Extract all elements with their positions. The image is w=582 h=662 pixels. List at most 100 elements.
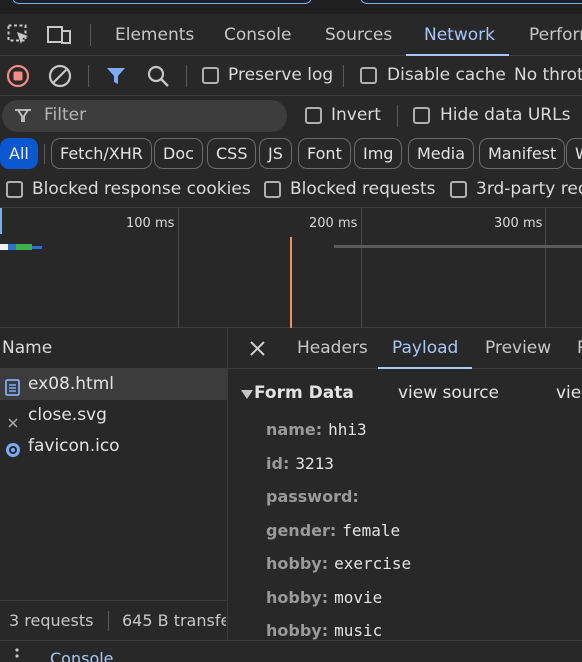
tab-elements[interactable]: Elements <box>115 14 194 56</box>
resource-type-filters: All Fetch/XHR Doc CSS JS Font Img Media … <box>0 136 582 172</box>
view-decoded-link[interactable]: view <box>556 383 582 403</box>
tab-headers[interactable]: Headers <box>297 328 368 369</box>
invert-checkbox[interactable] <box>305 107 322 124</box>
request-details-pane: Headers Payload Preview R Form Data view… <box>228 328 582 662</box>
timeline-tick: 100 ms <box>126 216 175 231</box>
request-name: favicon.ico <box>28 436 120 456</box>
form-data-title[interactable]: Form Data <box>254 383 354 403</box>
tab-performance[interactable]: Perform <box>529 14 582 56</box>
inspect-element-icon[interactable] <box>7 24 31 50</box>
form-field-value: movie <box>334 588 383 607</box>
close-details-icon[interactable] <box>249 340 266 361</box>
tab-response[interactable]: R <box>577 328 582 369</box>
form-field: hobby: movie <box>266 588 382 607</box>
type-filter-manifest[interactable]: Manifest <box>479 138 566 169</box>
type-filter-css[interactable]: CSS <box>207 138 257 169</box>
request-count: 3 requests <box>9 611 94 630</box>
tab-console[interactable]: Console <box>224 14 292 56</box>
drawer-bar: Console <box>0 640 582 662</box>
throttling-select[interactable]: No throt <box>514 65 582 85</box>
view-source-link[interactable]: view source <box>398 383 499 403</box>
address-bar-edge <box>12 0 312 4</box>
blocked-requests-label: Blocked requests <box>290 179 436 199</box>
stop-recording-icon[interactable] <box>6 64 30 92</box>
blocked-cookies-label: Blocked response cookies <box>32 179 251 199</box>
request-row[interactable]: close.svg <box>0 400 227 431</box>
transferred-size: 645 B transfe <box>122 611 226 630</box>
type-filter-ws[interactable]: W <box>566 138 582 169</box>
hide-data-urls-label: Hide data URLs <box>440 105 571 125</box>
form-field-key: hobby: <box>266 621 329 640</box>
type-filter-all[interactable]: All <box>0 138 38 169</box>
form-field-key: password: <box>266 487 359 506</box>
form-field: hobby: exercise <box>266 554 411 573</box>
chip-separator <box>44 144 45 164</box>
timeline-selection-handle[interactable] <box>0 208 2 234</box>
form-field-value: hhi3 <box>328 420 367 439</box>
third-party-label: 3rd-party req <box>476 179 582 199</box>
toolbar-separator <box>88 65 89 87</box>
tab-sources[interactable]: Sources <box>325 14 392 56</box>
favicon-icon <box>5 438 21 469</box>
filter-separator <box>397 105 398 127</box>
request-row[interactable]: ex08.html <box>0 369 227 400</box>
type-filter-doc[interactable]: Doc <box>154 138 203 169</box>
preserve-log-checkbox[interactable] <box>202 67 219 84</box>
hide-data-urls-checkbox[interactable] <box>413 107 430 124</box>
form-field-value: exercise <box>334 554 412 573</box>
timeline-gridline <box>178 208 179 328</box>
blocked-requests-checkbox[interactable] <box>264 181 281 198</box>
form-field-key: gender: <box>266 521 337 540</box>
type-filter-media[interactable]: Media <box>408 138 475 169</box>
form-field: id: 3213 <box>266 454 334 473</box>
filter-icon <box>14 108 32 128</box>
tab-network[interactable]: Network <box>406 14 509 56</box>
waterfall-bar-favicon <box>334 245 582 248</box>
devtools-tabs-bar: Elements Console Sources Network Perform <box>0 14 582 56</box>
collapse-triangle-icon[interactable] <box>241 385 253 404</box>
clear-icon[interactable] <box>48 64 72 92</box>
form-field: name: hhi3 <box>266 420 367 439</box>
filter-placeholder: Filter <box>44 105 87 125</box>
request-list-header[interactable]: Name <box>0 328 227 369</box>
request-name: ex08.html <box>28 374 114 394</box>
search-icon[interactable] <box>146 64 170 92</box>
drawer-tab-console[interactable]: Console <box>50 649 114 662</box>
waterfall-bar-tail <box>32 246 42 249</box>
tab-payload[interactable]: Payload <box>377 328 473 369</box>
drawer-menu-icon[interactable] <box>14 647 20 662</box>
type-filter-font[interactable]: Font <box>298 138 351 169</box>
waterfall-bar-wait <box>8 244 16 250</box>
form-field-key: id: <box>266 454 290 473</box>
load-event-marker <box>290 237 292 328</box>
device-toolbar-icon[interactable] <box>47 24 73 50</box>
type-filter-img[interactable]: Img <box>354 138 403 169</box>
toolbar-separator <box>186 65 187 87</box>
toolbar-edge <box>360 0 582 4</box>
form-field: hobby: music <box>266 621 382 640</box>
filter-funnel-icon[interactable] <box>105 65 127 91</box>
disable-cache-checkbox[interactable] <box>360 67 377 84</box>
filter-input[interactable]: Filter <box>2 100 287 132</box>
form-field-key: hobby: <box>266 588 329 607</box>
third-party-checkbox[interactable] <box>450 181 467 198</box>
waterfall-bar-queue <box>0 244 8 250</box>
form-field: password: <box>266 487 365 506</box>
timeline-gridline <box>545 208 546 328</box>
form-field-value: music <box>334 621 383 640</box>
timeline-tick: 300 ms <box>494 216 543 231</box>
request-row[interactable]: favicon.ico <box>0 431 227 462</box>
timeline-overview[interactable]: 100 ms 200 ms 300 ms <box>0 208 582 328</box>
form-field: gender: female <box>266 521 400 540</box>
type-filter-js[interactable]: JS <box>259 138 292 169</box>
network-status-bar: 3 requests 645 B transfe <box>0 600 228 640</box>
network-toolbar: Preserve log Disable cache No throt <box>0 56 582 96</box>
blocked-cookies-checkbox[interactable] <box>6 181 23 198</box>
tab-preview[interactable]: Preview <box>485 328 551 369</box>
form-field-key: hobby: <box>266 554 329 573</box>
form-field-value: 3213 <box>295 454 334 473</box>
details-tabs-bar: Headers Payload Preview R <box>228 328 582 369</box>
preserve-log-label: Preserve log <box>228 65 334 85</box>
form-field-key: name: <box>266 420 323 439</box>
type-filter-fetch-xhr[interactable]: Fetch/XHR <box>51 138 152 169</box>
